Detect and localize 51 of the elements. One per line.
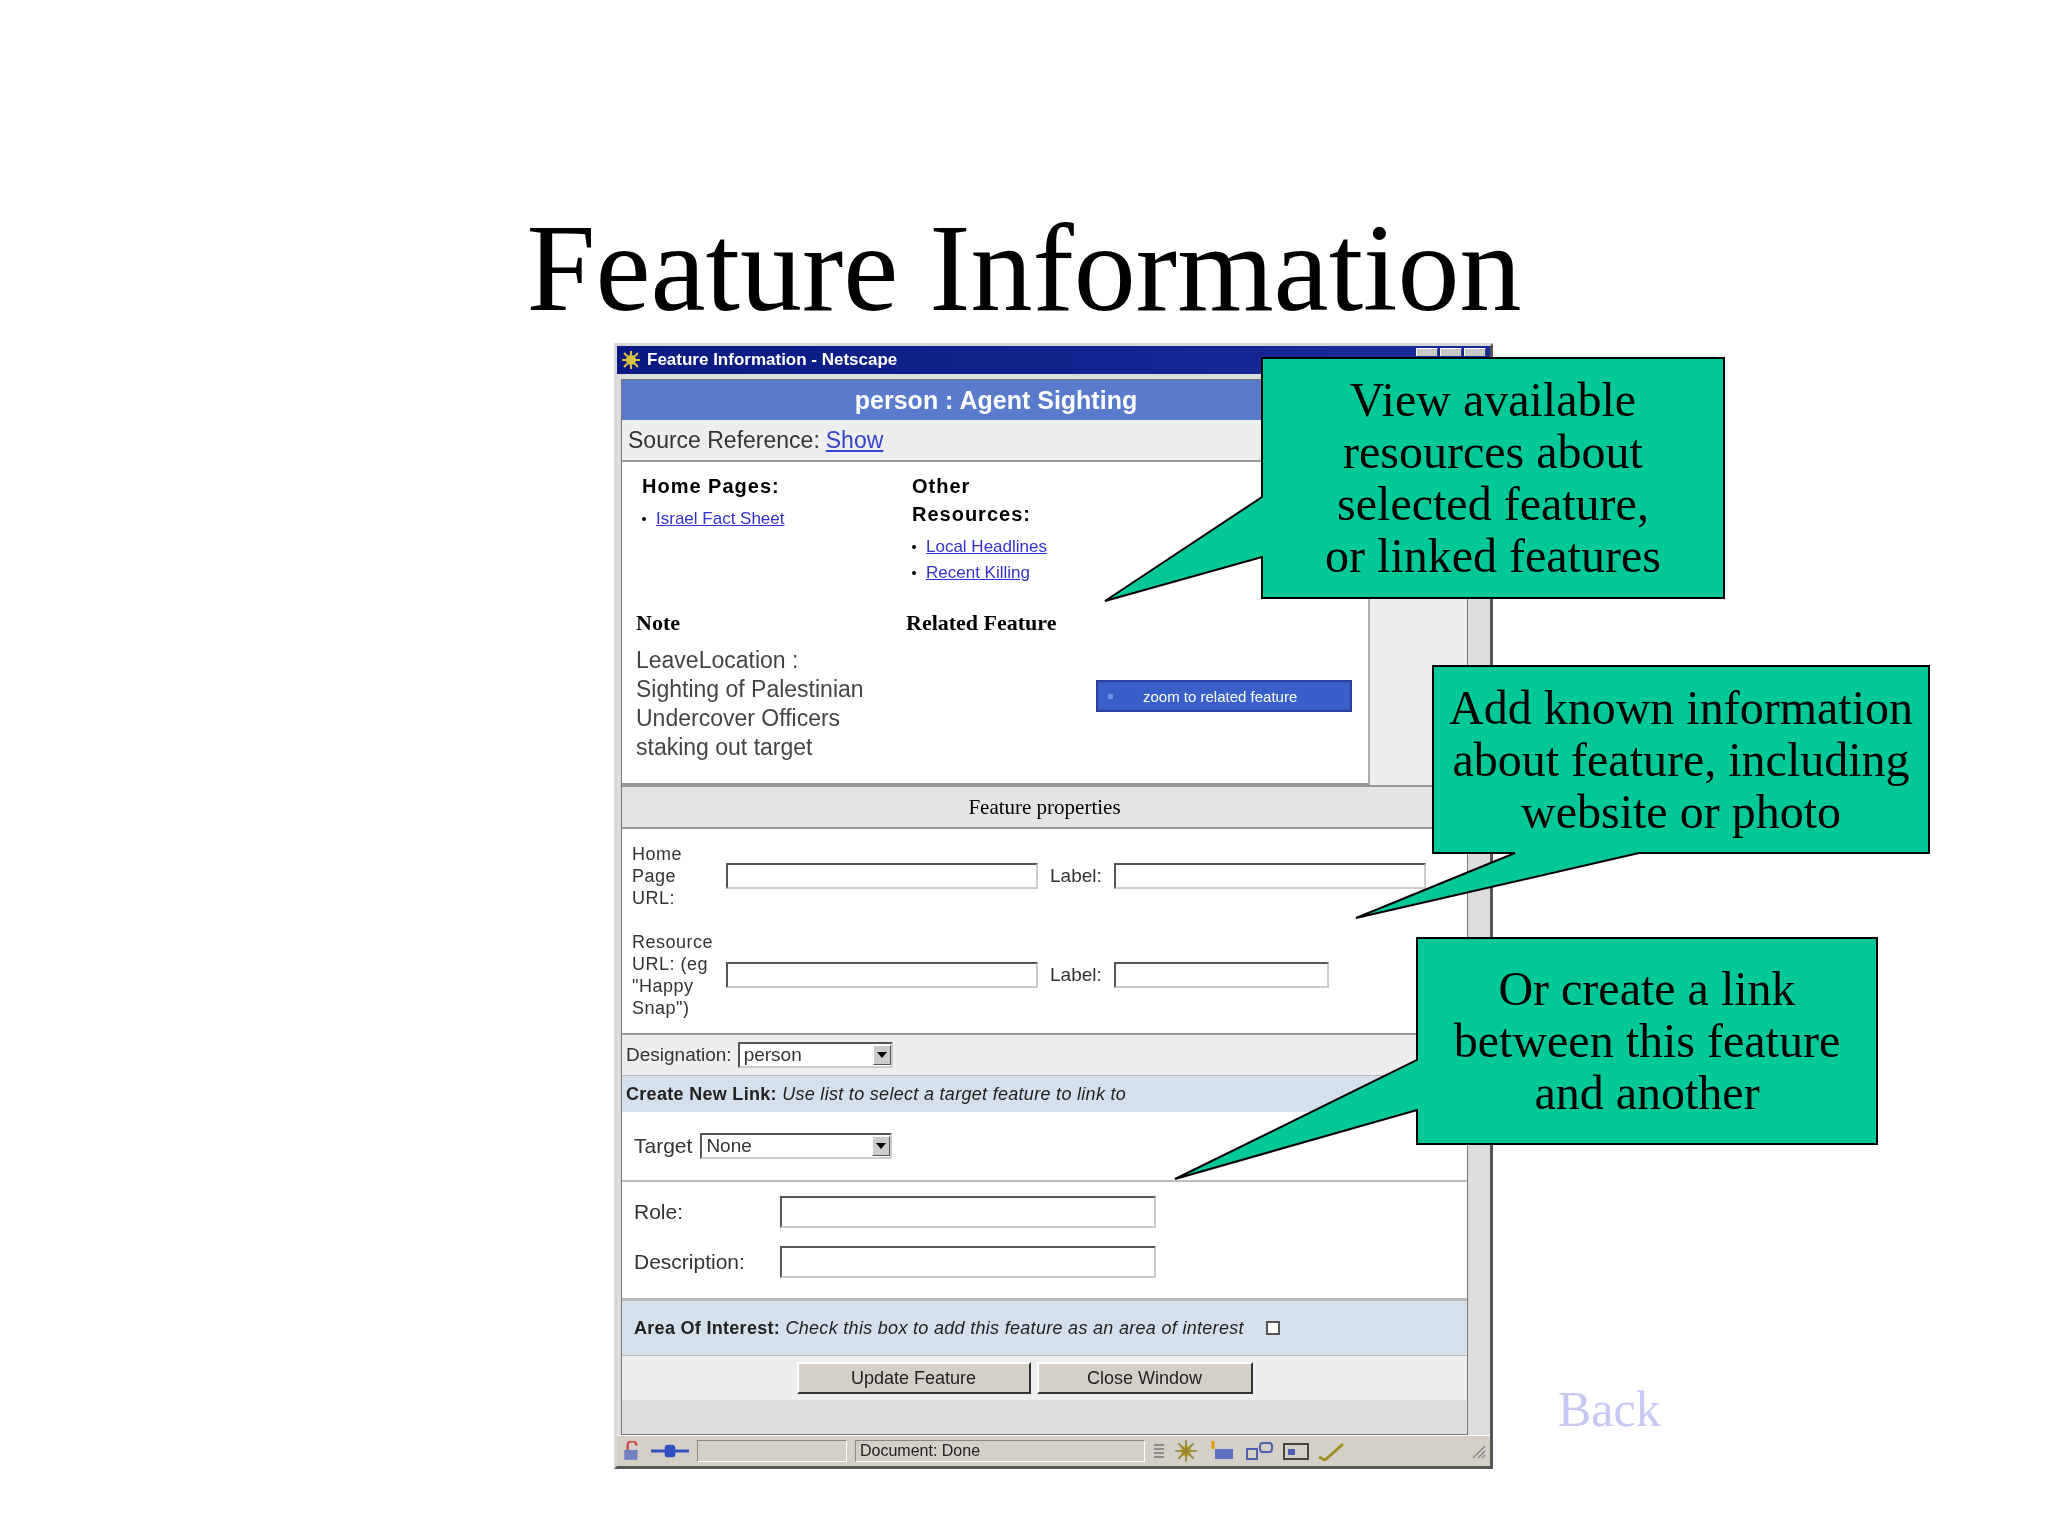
checkbox[interactable] — [1265, 1321, 1280, 1335]
note-text: LeaveLocation : Sighting of Palestinian Undercover Officers staking out target — [636, 646, 865, 762]
create-link-text: Create New Link: Use list to select a target feature to link to — [626, 1083, 1127, 1105]
callout-text: Or create a link between this feature and another — [1453, 963, 1841, 1119]
field-label: Role: — [634, 1200, 685, 1224]
sun-icon — [1173, 1440, 1199, 1462]
dropdown-icon — [872, 1045, 891, 1065]
maximize-button[interactable] — [1440, 348, 1462, 356]
label-field[interactable] — [1113, 962, 1329, 988]
target-select[interactable]: None — [700, 1133, 893, 1159]
note-heading: Note — [636, 609, 681, 637]
resource-link[interactable]: Recent Killing — [926, 560, 1030, 586]
field-label: Target — [634, 1134, 693, 1158]
chat-icon — [1245, 1441, 1275, 1461]
section-heading: Other Resources: — [912, 474, 1032, 527]
resize-grip-icon — [1470, 1443, 1486, 1459]
form-button[interactable]: Update Feature — [796, 1362, 1031, 1394]
field-label: Label: — [1050, 865, 1102, 887]
related-heading: Related Feature — [906, 609, 1058, 637]
label-field[interactable] — [1113, 863, 1426, 889]
source-label: Source Reference: — [628, 426, 820, 454]
form-button[interactable]: Close Window — [1036, 1362, 1253, 1394]
field-label: Designation: — [626, 1044, 732, 1066]
text-field[interactable] — [780, 1196, 1156, 1228]
app-icon — [621, 350, 641, 370]
field-label: Description: — [634, 1250, 746, 1274]
bullet-icon — [912, 571, 916, 575]
bullet-icon — [912, 545, 916, 549]
url-field[interactable] — [726, 863, 1038, 889]
minimize-button[interactable] — [1416, 348, 1438, 356]
field-label: Resource URL: (eg "Happy Snap") — [632, 931, 715, 1019]
field-label: Label: — [1050, 964, 1102, 986]
resource-link[interactable]: Israel Fact Sheet — [656, 506, 785, 532]
show-link[interactable]: Show — [825, 426, 884, 454]
lines-icon — [1153, 1441, 1165, 1461]
plug-icon — [651, 1442, 689, 1460]
field-label: Home Page URL: — [632, 843, 683, 909]
resource-link[interactable]: Local Headlines — [926, 534, 1047, 560]
slide-title: Feature Information — [525, 199, 1523, 339]
status-text: Document: Done — [855, 1440, 1145, 1462]
designation-select[interactable]: person — [737, 1042, 893, 1068]
card-icon — [1283, 1441, 1309, 1461]
area-of-interest-text: Area Of Interest: Check this box to add this feature as an area of interest — [634, 1317, 1244, 1339]
text-field[interactable] — [780, 1246, 1156, 1278]
section-heading: Home Pages: — [642, 474, 781, 499]
close-button[interactable] — [1464, 348, 1486, 356]
window-title: Feature Information - Netscape — [647, 350, 898, 370]
zoom-button[interactable]: zoom to related feature — [1096, 680, 1352, 712]
url-field[interactable] — [726, 962, 1038, 988]
bullet-icon — [642, 517, 646, 521]
dropdown-icon — [872, 1136, 891, 1156]
